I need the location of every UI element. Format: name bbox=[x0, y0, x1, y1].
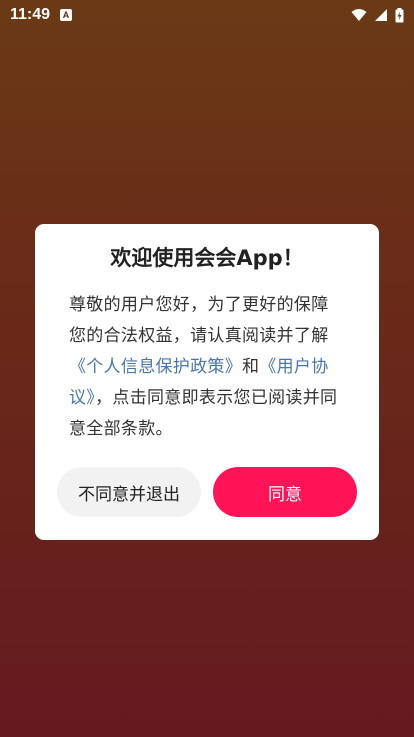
wifi-icon bbox=[351, 9, 367, 21]
body-outro: ，点击同意即表示您已阅读并同意全部条款。 bbox=[69, 388, 338, 439]
dialog-title: 欢迎使用会会App！ bbox=[110, 246, 304, 270]
privacy-consent-dialog: 欢迎使用会会App！ 尊敬的用户您好，为了更好的保障您的合法权益，请认真阅读并了… bbox=[35, 224, 379, 540]
dialog-body: 尊敬的用户您好，为了更好的保障您的合法权益，请认真阅读并了解《个人信息保护政策》… bbox=[69, 290, 345, 445]
status-bar: 11:49 A bbox=[0, 0, 414, 30]
status-time: 11:49 bbox=[10, 6, 51, 23]
dialog-buttons: 不同意并退出 同意 bbox=[57, 467, 357, 517]
battery-charging-icon bbox=[395, 7, 404, 22]
decline-exit-button[interactable]: 不同意并退出 bbox=[57, 467, 201, 517]
body-intro: 尊敬的用户您好，为了更好的保障您的合法权益，请认真阅读并了解 bbox=[69, 295, 329, 346]
signal-icon bbox=[375, 9, 387, 21]
notification-icon: A bbox=[60, 9, 73, 21]
agree-button[interactable]: 同意 bbox=[213, 467, 357, 517]
body-conjunction: 和 bbox=[242, 357, 260, 377]
status-icons bbox=[351, 7, 404, 23]
privacy-policy-link[interactable]: 《个人信息保护政策》 bbox=[69, 357, 242, 377]
